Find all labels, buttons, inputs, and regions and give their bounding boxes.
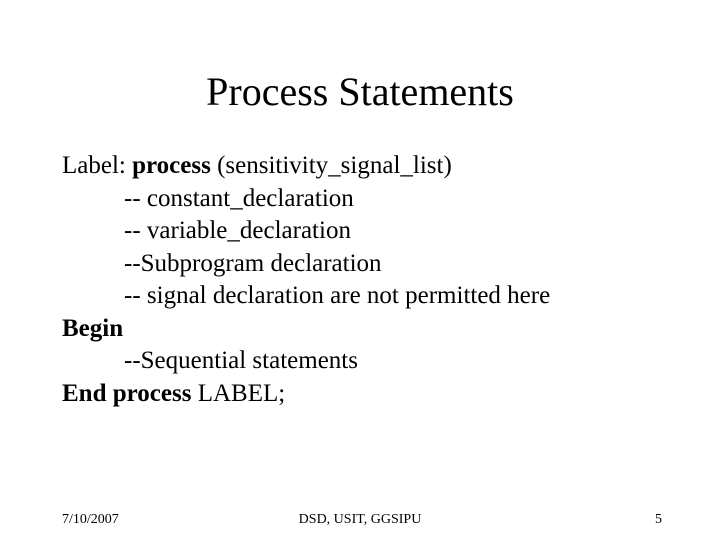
line1-prefix: Label: xyxy=(62,152,132,179)
body-line-5: -- signal declaration are not permitted … xyxy=(62,280,662,313)
line1-suffix: (sensitivity_signal_list) xyxy=(211,152,452,179)
body-line-3: -- variable_declaration xyxy=(62,215,662,248)
line1-bold: process xyxy=(132,152,211,179)
body-line-1: Label: process (sensitivity_signal_list) xyxy=(62,150,662,183)
body-line-2: -- constant_declaration xyxy=(62,183,662,216)
body-line-4: --Subprogram declaration xyxy=(62,248,662,281)
slide-body: Label: process (sensitivity_signal_list)… xyxy=(62,150,662,410)
body-line-7: --Sequential statements xyxy=(62,345,662,378)
slide: Process Statements Label: process (sensi… xyxy=(0,0,720,540)
body-line-6: Begin xyxy=(62,313,662,346)
line8-bold: End process xyxy=(62,380,191,407)
line8-suffix: LABEL; xyxy=(191,380,285,407)
footer-center: DSD, USIT, GGSIPU xyxy=(0,512,720,528)
footer-page-number: 5 xyxy=(655,512,662,528)
body-line-8: End process LABEL; xyxy=(62,378,662,411)
slide-title: Process Statements xyxy=(0,68,720,115)
line6-bold: Begin xyxy=(62,315,123,342)
